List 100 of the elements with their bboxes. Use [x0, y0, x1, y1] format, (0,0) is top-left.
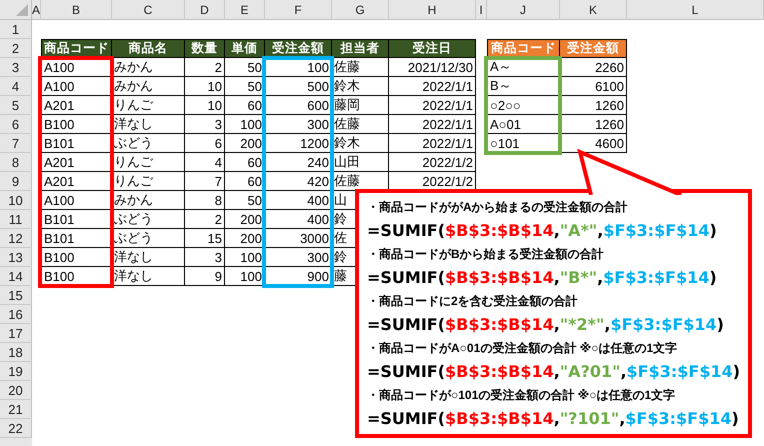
table-cell: 100 [265, 58, 332, 77]
table-cell: 佐藤 [332, 58, 389, 77]
table-cell: 2022/1/1 [389, 77, 476, 96]
header-cell: 商品名 [112, 39, 185, 58]
table-cell: 洋なし [112, 267, 185, 286]
row-header[interactable]: 21 [0, 400, 32, 419]
column-header[interactable]: I [476, 0, 487, 20]
row-header[interactable]: 2 [0, 39, 32, 58]
table-cell: 500 [265, 77, 332, 96]
table-cell: 8 [185, 191, 225, 210]
column-header[interactable]: B [41, 0, 112, 20]
table-cell: 2 [185, 210, 225, 229]
table-cell: 60 [225, 153, 265, 172]
table-cell: 3 [185, 248, 225, 267]
row-header[interactable]: 12 [0, 229, 32, 248]
table-cell: みかん [112, 77, 185, 96]
row-header[interactable]: 13 [0, 248, 32, 267]
table-cell: 2 [185, 58, 225, 77]
table-cell: 2022/1/1 [389, 96, 476, 115]
row-header[interactable]: 18 [0, 343, 32, 362]
column-header[interactable]: D [185, 0, 225, 20]
table-cell: 2022/1/2 [389, 153, 476, 172]
table-cell: 400 [265, 210, 332, 229]
row-header[interactable]: 14 [0, 267, 32, 286]
table-cell: 420 [265, 172, 332, 191]
row-header[interactable]: 3 [0, 58, 32, 77]
column-header[interactable]: C [112, 0, 185, 20]
table-cell: りんご [112, 172, 185, 191]
table-cell: 4 [185, 153, 225, 172]
column-header[interactable]: H [389, 0, 476, 20]
table-cell: 2021/12/30 [389, 58, 476, 77]
header-cell: 受注金額 [560, 39, 627, 58]
row-header[interactable]: 6 [0, 115, 32, 134]
caption-text: ・商品コードに2を含む受注金額の合計 [367, 293, 578, 310]
table-cell: ぶどう [112, 210, 185, 229]
table-cell: みかん [112, 58, 185, 77]
table-cell: 6100 [560, 77, 627, 96]
row-header[interactable]: 4 [0, 77, 32, 96]
table-cell: 10 [185, 96, 225, 115]
table-cell: 900 [265, 267, 332, 286]
row-header[interactable]: 8 [0, 153, 32, 172]
table-cell: 15 [185, 229, 225, 248]
row-header[interactable]: 1 [0, 20, 32, 39]
table-cell: 佐藤 [332, 115, 389, 134]
header-cell: 受注日 [389, 39, 476, 58]
row-header[interactable]: 16 [0, 305, 32, 324]
table-cell: 9 [185, 267, 225, 286]
row-header[interactable]: 20 [0, 381, 32, 400]
table-cell: 3000 [265, 229, 332, 248]
table-cell: 200 [225, 134, 265, 153]
row-header[interactable]: 15 [0, 286, 32, 305]
table-cell: 100 [225, 115, 265, 134]
row-header[interactable]: 11 [0, 210, 32, 229]
table-cell: 600 [265, 96, 332, 115]
header-cell: 担当者 [332, 39, 389, 58]
table-cell: みかん [112, 191, 185, 210]
row-header[interactable]: 5 [0, 96, 32, 115]
table-cell: 洋なし [112, 248, 185, 267]
column-header[interactable]: K [560, 0, 627, 20]
formula-text: =SUMIF($B$3:$B$14,"?101",$F$3:$F$14) [367, 408, 739, 430]
table-cell: 240 [265, 153, 332, 172]
table-cell: 鈴木 [332, 134, 389, 153]
column-header[interactable]: F [265, 0, 332, 20]
column-header[interactable]: E [225, 0, 265, 20]
corner-triangle-icon [16, 4, 28, 16]
column-header[interactable]: A [32, 0, 41, 20]
select-all-corner[interactable] [0, 0, 32, 20]
column-header[interactable]: G [332, 0, 389, 20]
table-cell: 50 [225, 77, 265, 96]
row-header[interactable]: 19 [0, 362, 32, 381]
column-header[interactable]: J [487, 0, 560, 20]
table-cell: 200 [225, 229, 265, 248]
table-cell: 4600 [560, 134, 627, 153]
table-cell: 60 [225, 172, 265, 191]
row-header[interactable]: 10 [0, 191, 32, 210]
row-header[interactable]: 7 [0, 134, 32, 153]
caption-text: ・商品コードがA○01の受注金額の合計 ※○は任意の1文字 [367, 340, 678, 357]
caption-text: ・商品コードが○101の受注金額の合計 ※○は任意の1文字 [367, 387, 676, 404]
table-cell: りんご [112, 96, 185, 115]
row-header[interactable]: 22 [0, 419, 32, 438]
table-cell: 100 [225, 248, 265, 267]
table-cell: 2022/1/1 [389, 134, 476, 153]
row-header[interactable]: 17 [0, 324, 32, 343]
table-cell: ぶどう [112, 229, 185, 248]
table-cell: 1260 [560, 115, 627, 134]
table-cell: 200 [225, 210, 265, 229]
table-cell: 1200 [265, 134, 332, 153]
table-cell: 300 [265, 248, 332, 267]
table-cell: 藤岡 [332, 96, 389, 115]
table-cell: 60 [225, 96, 265, 115]
column-header[interactable]: L [627, 0, 764, 20]
table-cell: 50 [225, 58, 265, 77]
table-cell: 2022/1/1 [389, 115, 476, 134]
formula-text: =SUMIF($B$3:$B$14,"*2*",$F$3:$F$14) [367, 314, 724, 336]
row-header[interactable]: 9 [0, 172, 32, 191]
formula-text: =SUMIF($B$3:$B$14,"A?01",$F$3:$F$14) [367, 361, 740, 383]
table-cell: 400 [265, 191, 332, 210]
table-cell: 10 [185, 77, 225, 96]
table-cell: 3 [185, 115, 225, 134]
table-cell: 鈴木 [332, 77, 389, 96]
